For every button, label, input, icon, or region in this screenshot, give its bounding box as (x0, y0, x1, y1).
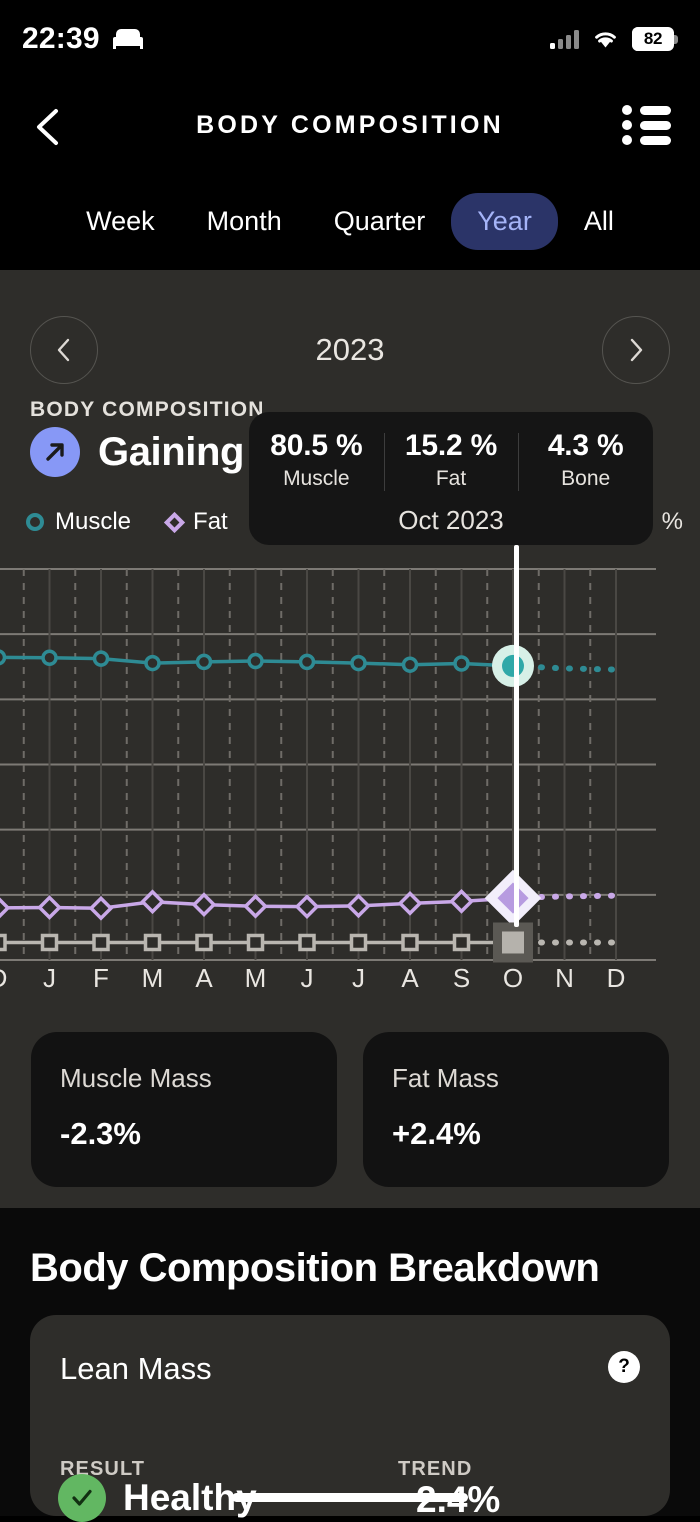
metric-value: -2.3% (60, 1116, 141, 1151)
x-axis-labels: DJFMAMJJASOND (0, 963, 700, 1003)
trend-badge (30, 427, 80, 477)
next-year-button[interactable] (602, 316, 670, 384)
tooltip-label: Muscle (283, 467, 350, 490)
nav-bar: BODY COMPOSITION (0, 78, 700, 172)
tab-all[interactable]: All (558, 193, 640, 250)
arrow-up-right-icon (46, 443, 64, 461)
legend-label: Fat (193, 508, 228, 535)
body-composition-chart[interactable] (0, 553, 700, 965)
tooltip-value: 80.5 % (270, 429, 363, 462)
x-axis-label: D (0, 963, 7, 994)
tooltip-value: 4.3 % (547, 429, 624, 462)
status-bar-right: 82 (550, 27, 678, 51)
chart-crosshair (514, 545, 519, 927)
tooltip-value: 15.2 % (404, 429, 498, 462)
legend-label: Muscle (55, 508, 132, 535)
list-icon-row (622, 120, 671, 130)
column-header-trend: TREND (398, 1458, 473, 1480)
question-mark-icon[interactable]: ? (608, 1351, 640, 1383)
battery-percent: 82 (643, 29, 663, 48)
tooltip-date: Oct 2023 (398, 505, 504, 535)
x-axis-label: N (555, 963, 574, 993)
tooltip-stat-muscle: 80.5 % Muscle (249, 429, 384, 491)
tab-quarter[interactable]: Quarter (308, 193, 452, 250)
x-axis-label: J (300, 963, 314, 993)
battery-icon: 82 (632, 27, 678, 51)
status-time: 22:39 (22, 22, 100, 55)
x-axis-label: F (93, 963, 109, 993)
y-axis-unit: % (661, 508, 683, 535)
x-axis-label: A (195, 963, 213, 993)
x-axis-label: M (244, 963, 267, 993)
chevron-left-icon (57, 338, 70, 362)
bed-icon (112, 29, 143, 49)
metric-card-muscle-mass[interactable]: Muscle Mass -2.3% (31, 1032, 337, 1187)
page-title: BODY COMPOSITION (196, 110, 504, 139)
previous-year-button[interactable] (30, 316, 98, 384)
x-axis-label: O (502, 963, 524, 993)
x-axis-label: A (401, 963, 419, 993)
chart-panel: 2023 BODY COMPOSITION Gaining fat Muscle… (0, 270, 700, 1208)
metric-label: Fat Mass (392, 1063, 499, 1093)
breakdown-result: Healthy (58, 1474, 257, 1522)
tooltip-stat-bone: 4.3 % Bone (518, 429, 653, 491)
diamond-marker-icon (163, 511, 186, 533)
x-axis-label: M (141, 963, 164, 993)
year-label: 2023 (315, 332, 385, 367)
status-bar: 22:39 82 (0, 0, 700, 78)
tab-month[interactable]: Month (181, 193, 308, 250)
tooltip-stat-fat: 15.2 % Fat (383, 429, 519, 491)
x-axis-label: S (452, 963, 471, 993)
tab-year[interactable]: Year (451, 192, 558, 250)
summary-kicker: BODY COMPOSITION (30, 398, 265, 421)
list-view-button[interactable] (622, 105, 671, 145)
period-tabs: Week Month Quarter Year All (0, 172, 700, 270)
status-bar-left: 22:39 (22, 22, 143, 56)
metric-label: Muscle Mass (60, 1063, 212, 1093)
cellular-signal-icon (550, 29, 579, 49)
legend-item-muscle[interactable]: Muscle (26, 508, 131, 536)
tooltip-label: Fat (435, 467, 467, 490)
metric-card-fat-mass[interactable]: Fat Mass +2.4% (363, 1032, 669, 1187)
x-axis-label: D (606, 963, 626, 993)
wifi-icon (595, 32, 616, 48)
metric-value: +2.4% (392, 1116, 481, 1151)
chart-tooltip: 80.5 % Muscle 15.2 % Fat 4.3 % Bone Oct … (249, 412, 653, 545)
check-circle-icon (58, 1474, 106, 1522)
metric-cards: Muscle Mass -2.3% Fat Mass +2.4% (0, 1032, 700, 1187)
tooltip-label: Bone (561, 467, 611, 490)
year-navigator: 2023 (0, 295, 700, 405)
circle-marker-icon (26, 513, 44, 531)
tab-week[interactable]: Week (60, 193, 181, 250)
breakdown-card-title: Lean Mass (60, 1351, 212, 1386)
breakdown-title: Body Composition Breakdown (30, 1246, 600, 1290)
list-icon-row (622, 105, 671, 115)
tooltip-stats: 80.5 % Muscle 15.2 % Fat 4.3 % Bone (249, 426, 653, 494)
x-axis-label: J (43, 963, 56, 993)
chevron-right-icon (630, 338, 643, 362)
list-icon-row (622, 135, 671, 145)
home-indicator (232, 1493, 468, 1502)
x-axis-label: J (352, 963, 365, 993)
legend-item-fat[interactable]: Fat (163, 508, 228, 536)
check-glyph (72, 1489, 92, 1506)
